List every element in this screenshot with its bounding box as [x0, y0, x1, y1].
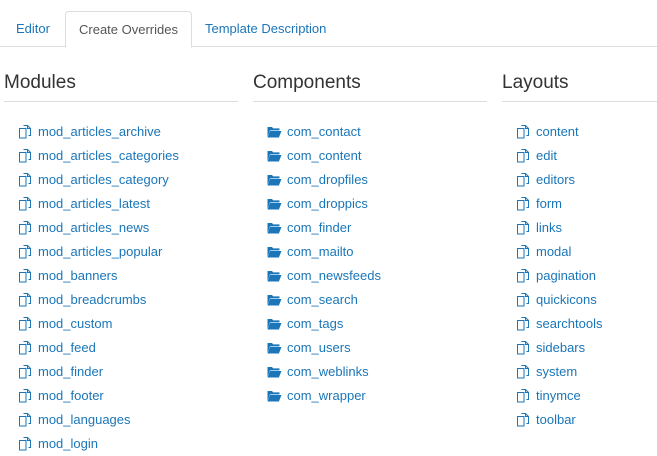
component-item-label: com_newsfeeds — [287, 268, 381, 283]
layout-item-label: edit — [536, 148, 557, 163]
layout-item-label: searchtools — [536, 316, 603, 331]
component-item-label: com_dropfiles — [287, 172, 368, 187]
module-item-label: mod_login — [38, 436, 98, 451]
modules-heading: Modules — [4, 70, 238, 102]
layout-item-label: quickicons — [536, 292, 597, 307]
component-item-label: com_tags — [287, 316, 344, 331]
module-item-label: mod_footer — [38, 388, 104, 403]
tab-bar: Editor Create Overrides Template Descrip… — [0, 0, 657, 48]
tab-template-description[interactable]: Template Description — [205, 11, 326, 46]
component-item-label: com_mailto — [287, 244, 354, 259]
module-item-label: mod_languages — [38, 412, 131, 427]
component-item-label: com_users — [287, 340, 351, 355]
module-item-label: mod_finder — [38, 364, 104, 379]
component-item-label: com_content — [287, 148, 362, 163]
module-item-label: mod_articles_category — [38, 172, 169, 187]
component-item-label: com_contact — [287, 124, 361, 139]
module-item-label: mod_articles_categories — [38, 148, 179, 163]
layouts-heading: Layouts — [502, 70, 657, 102]
layout-item-label: content — [536, 124, 579, 139]
component-item-label: com_search — [287, 292, 358, 307]
component-item-label: com_weblinks — [287, 364, 369, 379]
layout-item-label: system — [536, 364, 578, 379]
components-heading: Components — [253, 70, 487, 102]
modules-column: Modules mod_articles_archive mod_articles… — [4, 70, 238, 451]
layout-item-label: tinymce — [536, 388, 581, 403]
layout-item-label: links — [536, 220, 563, 235]
layout-item-label: modal — [536, 244, 572, 259]
layout-item-label: form — [536, 196, 562, 211]
layout-item-label: editors — [536, 172, 576, 187]
module-item-label: mod_breadcrumbs — [38, 292, 147, 307]
layouts-column: Layouts content edit editors form links modal… — [502, 70, 657, 427]
module-item-label: mod_custom — [38, 316, 113, 331]
components-column: Components com_contact com_content com_dro… — [253, 70, 487, 403]
tab-editor[interactable]: Editor — [16, 11, 50, 46]
module-item-label: mod_articles_news — [38, 220, 150, 235]
component-item-label: com_finder — [287, 220, 352, 235]
module-item-label: mod_articles_latest — [38, 196, 150, 211]
layout-item-label: sidebars — [536, 340, 586, 355]
tab-create-overrides[interactable]: Create Overrides — [65, 11, 192, 48]
component-item-label: com_wrapper — [287, 388, 366, 403]
module-item-label: mod_banners — [38, 268, 118, 283]
module-item-label: mod_articles_archive — [38, 124, 161, 139]
layout-item-label: pagination — [536, 268, 596, 283]
layout-item-label: toolbar — [536, 412, 576, 427]
module-item-label: mod_articles_popular — [38, 244, 163, 259]
component-item-label: com_droppics — [287, 196, 368, 211]
module-item-label: mod_feed — [38, 340, 96, 355]
